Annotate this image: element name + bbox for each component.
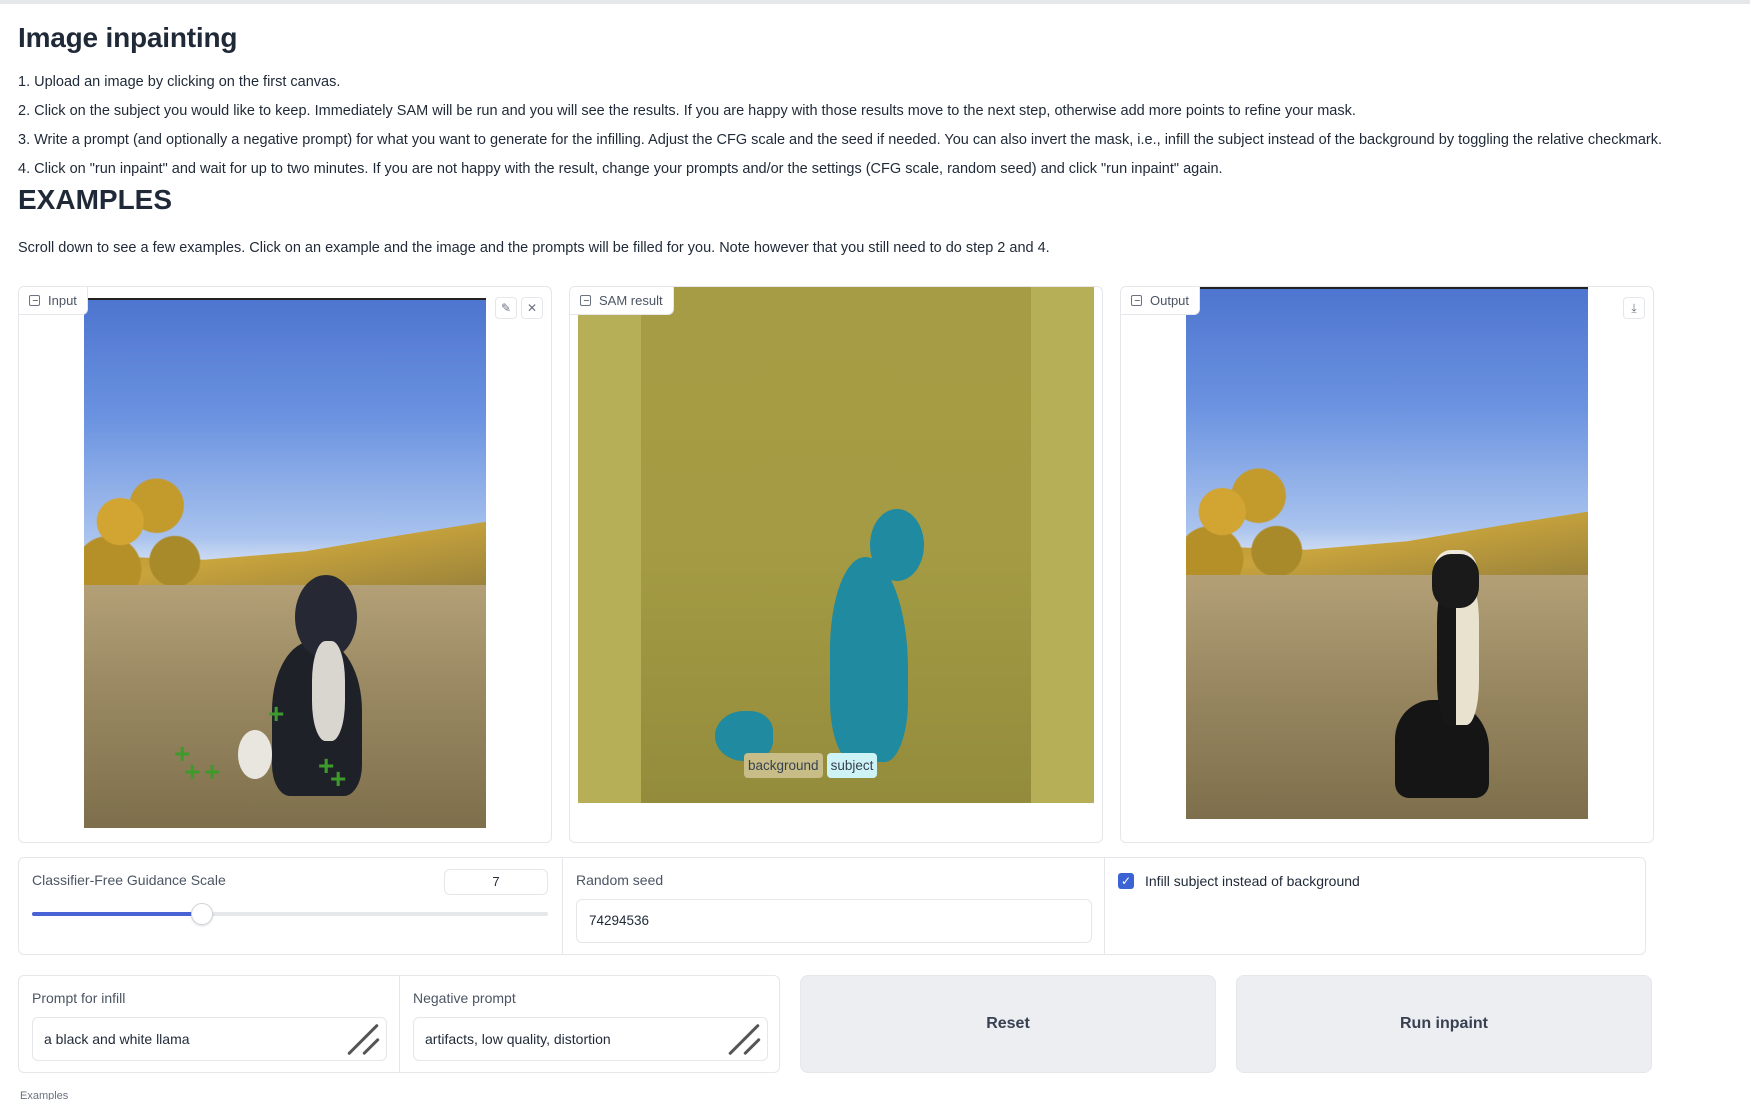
cfg-scale-block: Classifier-Free Guidance Scale 7 [19, 858, 563, 954]
input-image[interactable]: + + + + + + [84, 298, 486, 828]
sam-panel: SAM result background subject [569, 286, 1103, 843]
examples-heading: EXAMPLES [18, 184, 173, 215]
instruction-step-3: 3. Write a prompt (and optionally a nega… [18, 132, 1663, 148]
legend-background: background [744, 753, 823, 778]
image-icon [580, 295, 591, 306]
prompts-row: Prompt for infill a black and white llam… [18, 975, 780, 1073]
output-label: Output [1121, 287, 1201, 315]
instructions: 1. Upload an image by clicking on the fi… [18, 68, 1718, 184]
image-icon [29, 295, 40, 306]
infill-prompt-block: Prompt for infill a black and white llam… [19, 976, 400, 1072]
point-marker: + [184, 756, 201, 787]
point-marker: + [330, 763, 347, 794]
infill-checkbox-label[interactable]: Infill subject instead of background [1145, 873, 1360, 889]
cfg-scale-number-input[interactable]: 7 [444, 869, 548, 895]
point-marker: + [268, 698, 285, 729]
top-border [0, 0, 1750, 4]
instruction-step-1: 1. Upload an image by clicking on the fi… [18, 74, 341, 90]
infill-checkbox[interactable]: ✓ [1118, 873, 1134, 889]
run-inpaint-button[interactable]: Run inpaint [1236, 975, 1652, 1073]
sam-subject-mask-head [870, 509, 924, 581]
cfg-scale-label: Classifier-Free Guidance Scale [32, 872, 226, 888]
input-panel[interactable]: Input ✎ ✕ + + + + + + [18, 286, 552, 843]
image-icon [1131, 295, 1142, 306]
infill-toggle-block[interactable]: ✓ Infill subject instead of background [1105, 858, 1645, 954]
output-panel: Output ⤓ [1120, 286, 1654, 843]
instruction-step-2: 2. Click on the subject you would like t… [18, 103, 1356, 119]
cfg-slider-fill [32, 912, 203, 916]
pencil-icon[interactable]: ✎ [495, 297, 517, 319]
legend-subject: subject [826, 753, 878, 778]
page-title: Image inpainting [18, 22, 238, 53]
cfg-scale-slider[interactable] [32, 903, 548, 925]
input-label-text: Input [48, 293, 77, 308]
resize-handle-icon[interactable] [350, 1024, 380, 1054]
negative-prompt-label: Negative prompt [413, 990, 516, 1006]
sam-legend: background subject [744, 753, 878, 778]
reset-button[interactable]: Reset [800, 975, 1216, 1073]
infill-prompt-value: a black and white llama [44, 1031, 190, 1047]
cfg-slider-thumb[interactable] [191, 903, 214, 925]
seed-input[interactable]: 74294536 [576, 899, 1092, 943]
settings-row: Classifier-Free Guidance Scale 7 Random … [18, 857, 1646, 955]
output-image [1186, 287, 1588, 819]
close-icon[interactable]: ✕ [521, 297, 543, 319]
point-marker: + [204, 756, 221, 787]
examples-note: Scroll down to see a few examples. Click… [18, 240, 1050, 256]
sam-label: SAM result [570, 287, 674, 315]
sam-label-text: SAM result [599, 293, 663, 308]
seed-label: Random seed [576, 872, 664, 888]
llama-subject [1395, 554, 1500, 798]
instruction-step-4: 4. Click on "run inpaint" and wait for u… [18, 161, 1223, 177]
negative-prompt-block: Negative prompt artifacts, low quality, … [400, 976, 780, 1072]
output-label-text: Output [1150, 293, 1190, 308]
input-label: Input [19, 287, 88, 315]
negative-prompt-input[interactable]: artifacts, low quality, distortion [413, 1017, 768, 1061]
examples-accordion-label[interactable]: Examples [20, 1090, 68, 1100]
negative-prompt-value: artifacts, low quality, distortion [425, 1031, 611, 1047]
infill-prompt-input[interactable]: a black and white llama [32, 1017, 387, 1061]
resize-handle-icon[interactable] [731, 1024, 761, 1054]
download-icon[interactable]: ⤓ [1623, 297, 1645, 319]
infill-prompt-label: Prompt for infill [32, 990, 126, 1006]
seed-block: Random seed 74294536 [563, 858, 1105, 954]
